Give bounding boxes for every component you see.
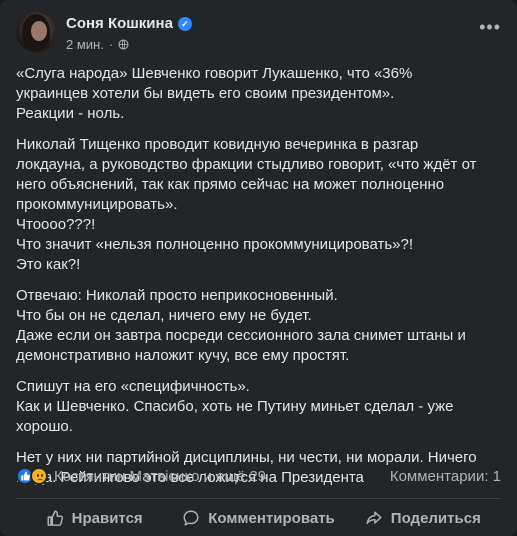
author-row: Соня Кошкина ✓: [66, 15, 192, 32]
post-actions: Нравится Комментировать Поделиться: [12, 502, 505, 534]
reactions-text[interactable]: Костянтин Матвієнко и ещё 29: [54, 468, 266, 485]
verified-badge-icon: ✓: [177, 16, 192, 31]
sad-reaction-icon: [30, 467, 48, 485]
separator-dot: ·: [108, 37, 114, 52]
author-name[interactable]: Соня Кошкина: [66, 15, 173, 32]
comment-label: Комментировать: [208, 509, 335, 527]
post-paragraph: «Слуга народа» Шевченко говорит Лукашенк…: [16, 65, 413, 122]
post-paragraph: Отвечаю: Николай просто неприкосновенный…: [16, 287, 466, 364]
like-button[interactable]: Нравится: [12, 502, 176, 534]
post-paragraph: Спишут на его «специфичность». Как и Шев…: [16, 378, 454, 435]
comment-button[interactable]: Комментировать: [176, 502, 340, 534]
comments-count[interactable]: Комментарии: 1: [390, 468, 501, 485]
post-meta: 2 мин. ·: [66, 37, 129, 52]
like-label: Нравится: [71, 509, 143, 527]
actions-divider: [16, 498, 501, 499]
reaction-icons[interactable]: [16, 467, 48, 485]
post-time[interactable]: 2 мин.: [66, 37, 104, 52]
thumbs-up-icon: [47, 510, 63, 526]
share-icon: [366, 511, 382, 525]
post-body: «Слуга народа» Шевченко говорит Лукашенк…: [16, 64, 503, 499]
more-options-button[interactable]: •••: [479, 18, 501, 36]
globe-icon: [118, 39, 129, 50]
share-button[interactable]: Поделиться: [341, 502, 505, 534]
author-avatar[interactable]: [16, 12, 56, 52]
share-label: Поделиться: [390, 509, 481, 527]
facebook-post: Соня Кошкина ✓ 2 мин. · ••• «Слуга народ…: [0, 0, 517, 536]
post-header: Соня Кошкина ✓ 2 мин. · •••: [16, 12, 501, 56]
comment-icon: [183, 510, 199, 526]
post-paragraph: Николай Тищенко проводит ковидную вечери…: [16, 136, 477, 273]
reactions-bar: Костянтин Матвієнко и ещё 29 Комментарии…: [16, 466, 501, 486]
